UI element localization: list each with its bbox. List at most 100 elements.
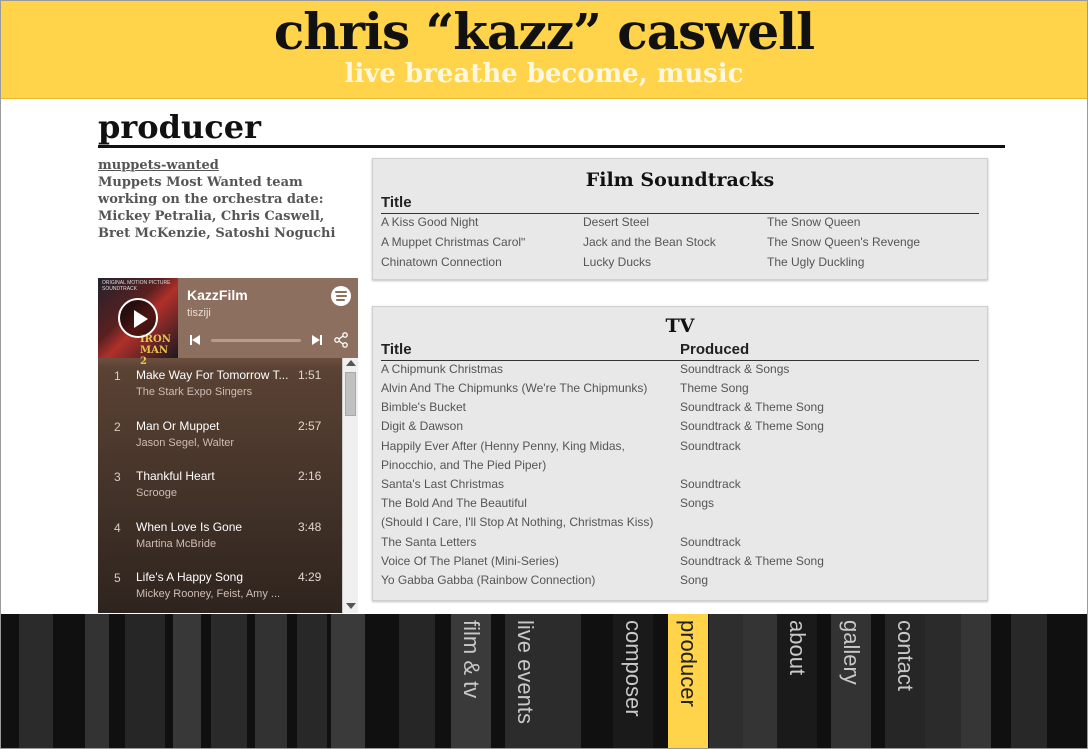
tv-title: Bimble's Bucket (381, 400, 466, 414)
tv-produced-column-header: Produced (680, 341, 750, 358)
film-panel-title: Film Soundtracks (585, 169, 775, 191)
tv-produced: Soundtrack (680, 439, 741, 453)
tv-title: The Bold And The Beautiful (381, 496, 527, 510)
film-title: The Snow Queen (767, 215, 861, 229)
playlist-title[interactable]: KazzFilm (187, 287, 248, 303)
nav-stripe (961, 614, 991, 748)
film-title: A Kiss Good Night (381, 215, 479, 229)
nav-stripe (173, 614, 201, 748)
nav-stripe (919, 614, 961, 748)
track-number: 2 (114, 419, 121, 434)
nav-item-label: producer (676, 620, 701, 707)
track-title: Thankful Heart (136, 469, 215, 483)
main-nav: film & tv live events composer producer … (1, 614, 1087, 748)
tv-produced: Soundtrack (680, 535, 741, 549)
progress-bar[interactable] (211, 339, 301, 342)
film-title-column-header: Title (381, 194, 412, 211)
spotify-icon[interactable] (331, 286, 351, 306)
tv-title: (Should I Care, I'll Stop At Nothing, Ch… (381, 515, 654, 529)
tv-produced: Soundtrack (680, 477, 741, 491)
photo-caption: muppets-wanted Muppets Most Wanted team … (98, 158, 353, 242)
nav-stripe (709, 614, 743, 748)
track-number: 3 (114, 470, 121, 484)
nav-item-gallery[interactable]: gallery (831, 614, 871, 748)
site-title[interactable]: chris “kazz” caswell (1, 3, 1087, 61)
track-artist: The Stark Expo Singers (136, 386, 253, 398)
track-duration: 3:48 (298, 519, 322, 534)
nav-item-contact[interactable]: contact (885, 614, 925, 748)
nav-item-composer[interactable]: composer (613, 614, 653, 748)
track-row[interactable]: 3 Thankful Heart Scrooge 2:16 (98, 459, 342, 510)
track-row[interactable]: 1 Make Way For Tomorrow T... The Stark E… (98, 358, 342, 409)
track-duration: 1:51 (298, 368, 322, 382)
film-title: The Ugly Duckling (767, 255, 865, 269)
nav-item-label: live events (513, 620, 538, 724)
track-row[interactable]: 5 Life's A Happy Song Mickey Rooney, Fei… (98, 560, 342, 611)
film-title: The Snow Queen's Revenge (767, 235, 921, 249)
nav-stripe (545, 614, 581, 748)
play-button[interactable] (118, 298, 158, 338)
track-row[interactable]: 2 Man Or Muppet Jason Segel, Walter 2:57 (98, 409, 342, 460)
share-icon[interactable] (333, 332, 349, 348)
tv-produced: Songs (680, 496, 715, 510)
track-title: Life's A Happy Song (136, 570, 244, 584)
track-title: Man Or Muppet (136, 418, 220, 433)
scroll-down-icon[interactable] (346, 603, 356, 609)
tv-produced: Soundtrack & Theme Song (680, 554, 824, 568)
nav-stripe (125, 614, 165, 748)
nav-item-film-tv[interactable]: film & tv (451, 614, 491, 748)
nav-stripe (297, 614, 327, 748)
tv-title: Happily Ever After (Henny Penny, King Mi… (381, 439, 625, 453)
track-number: 1 (114, 369, 121, 383)
nav-item-live-events[interactable]: live events (505, 614, 545, 748)
nav-stripe (19, 614, 53, 748)
tv-produced: Soundtrack & Theme Song (680, 419, 824, 433)
tv-panel: TV Title Produced A Chipmunk Christmas S… (372, 306, 988, 601)
next-track-icon[interactable] (311, 334, 323, 346)
nav-item-producer[interactable]: producer (668, 614, 708, 748)
tv-title: Santa's Last Christmas (381, 477, 505, 491)
tv-produced: Soundtrack & Theme Song (680, 400, 824, 414)
nav-stripe (1011, 614, 1047, 748)
track-list-scrollbar[interactable] (342, 358, 358, 613)
nav-item-about[interactable]: about (777, 614, 817, 748)
site-header: chris “kazz” caswell live breathe become… (1, 1, 1087, 99)
nav-item-label: about (785, 620, 810, 676)
tv-title: Pinocchio, and The Pied Piper) (381, 458, 547, 472)
album-art-text: ORIGINAL MOTION PICTURE SOUNDTRACK (102, 280, 171, 292)
track-list: 1 Make Way For Tomorrow T... The Stark E… (98, 358, 342, 611)
track-artist: Jason Segel, Walter (136, 436, 235, 449)
nav-item-label: composer (621, 620, 646, 717)
caption-link[interactable]: muppets-wanted (98, 158, 353, 174)
tv-title: The Santa Letters (381, 535, 477, 549)
tv-title: Digit & Dawson (381, 419, 464, 433)
tv-title: A Chipmunk Christmas (381, 362, 504, 376)
track-duration: 4:29 (298, 570, 322, 584)
track-number: 5 (114, 571, 121, 585)
previous-track-icon[interactable] (189, 334, 201, 346)
album-art[interactable]: ORIGINAL MOTION PICTURE SOUNDTRACK IRON … (98, 278, 178, 367)
film-title: Chinatown Connection (381, 255, 502, 269)
film-soundtracks-panel: Film Soundtracks Title A Kiss Good Night… (372, 158, 988, 280)
tv-title-column-header: Title (381, 341, 412, 358)
film-title: Lucky Ducks (583, 255, 652, 269)
scroll-up-icon[interactable] (346, 360, 356, 366)
track-row[interactable]: 4 When Love Is Gone Martina McBride 3:48 (98, 510, 342, 561)
track-number: 4 (114, 520, 121, 535)
film-header-rule (381, 213, 979, 214)
playlist-owner[interactable]: tisziji (187, 307, 211, 319)
nav-stripe (85, 614, 109, 748)
tv-produced: Theme Song (680, 381, 749, 395)
caption-text: Muppets Most Wanted team working on the … (98, 175, 336, 241)
tv-title: Alvin And The Chipmunks (We're The Chipm… (381, 381, 648, 395)
tv-title: Voice Of The Planet (Mini-Series) (381, 554, 559, 568)
tv-panel-title: TV (665, 315, 695, 337)
track-title: Make Way For Tomorrow T... (136, 368, 289, 382)
spotify-player: ORIGINAL MOTION PICTURE SOUNDTRACK IRON … (98, 278, 358, 613)
track-artist: Martina McBride (136, 537, 217, 550)
tv-header-rule (381, 360, 979, 361)
nav-stripe (255, 614, 287, 748)
film-title: A Muppet Christmas Carolʺ (381, 235, 526, 249)
nav-item-label: contact (893, 620, 918, 691)
scroll-thumb[interactable] (345, 372, 356, 416)
